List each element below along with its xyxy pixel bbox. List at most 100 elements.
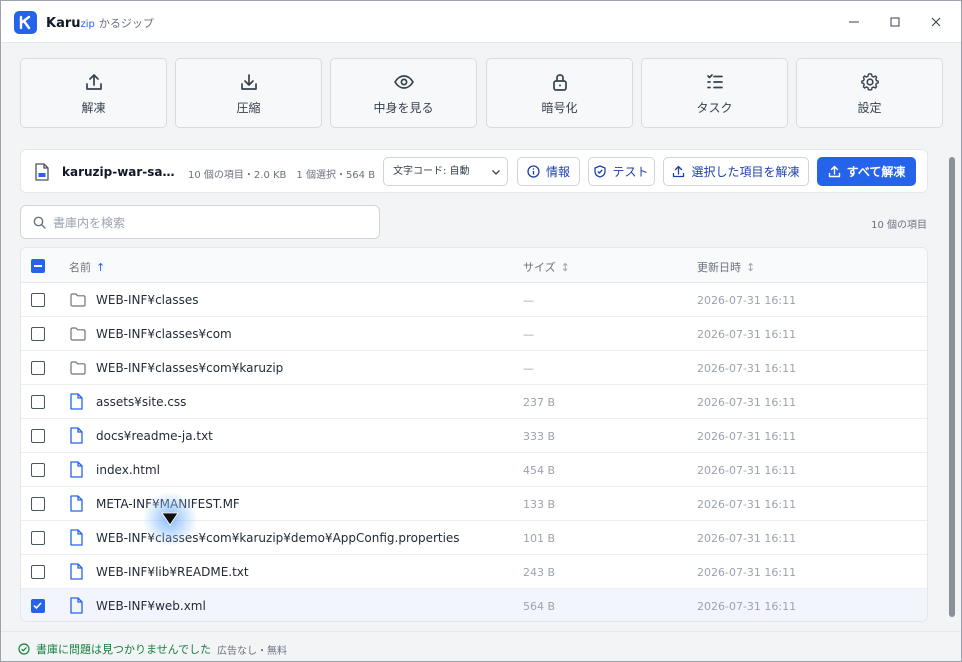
table-row[interactable]: WEB-INF¥classes¥com¥karuzip — 2026-07-31 1… [21,351,927,385]
table-row[interactable]: WEB-INF¥lib¥README.txt 243 B 2026-07-31 16… [21,555,927,589]
tool-label: 解凍 [81,100,106,115]
view-contents-tool-button[interactable]: 中身を見る [330,58,477,128]
close-button[interactable] [916,9,956,35]
upload-icon [673,165,685,178]
file-name: WEB-INF¥classes [96,293,199,307]
row-checkbox[interactable] [31,565,45,579]
file-date: 2026-07-31 16:11 [697,328,797,341]
check-circle-icon [18,643,30,655]
eye-icon [393,71,415,93]
file-name: WEB-INF¥classes¥com [96,327,232,341]
status-ok-text: 書庫に問題は見つかりませんでした [36,643,212,656]
file-size: 333 B [523,430,556,443]
file-size: — [523,294,534,307]
status-ok: 書庫に問題は見つかりませんでした [18,641,211,657]
date-header-label: 更新日時 [697,261,741,274]
file-size: 237 B [523,396,556,409]
task-list-icon [705,71,725,93]
file-date: 2026-07-31 16:11 [697,532,797,545]
minimize-icon [849,21,859,23]
download-icon [239,71,259,93]
table-row[interactable]: index.html 454 B 2026-07-31 16:11 [21,453,927,487]
vertical-scrollbar[interactable] [946,149,958,627]
file-date: 2026-07-31 16:11 [697,430,797,443]
gear-icon [860,71,880,93]
row-checkbox[interactable] [31,429,45,443]
search-input[interactable] [53,212,363,234]
file-icon [70,461,83,481]
file-name: WEB-INF¥web.xml [96,599,206,613]
upload-icon [84,71,104,93]
name-column-header[interactable]: 名前 ↑ [69,259,105,275]
file-icon [70,563,83,583]
status-bar: 書庫に問題は見つかりませんでした · 広告なし・無料 [1,631,961,661]
file-size: 243 B [523,566,556,579]
compress-tool-button[interactable]: 圧縮 [175,58,322,128]
test-button[interactable]: テスト [588,157,655,186]
item-count: 10 個の項目 [871,220,927,231]
file-name: index.html [96,463,160,477]
mouse-cursor-icon [161,512,179,526]
check-icon [33,602,42,610]
folder-icon [70,361,86,378]
tool-label: 圧縮 [236,100,261,115]
size-column-header[interactable]: サイズ ↕ [523,259,570,275]
info-button[interactable]: 情報 [517,157,580,186]
file-date: 2026-07-31 16:11 [697,464,797,477]
info-button-label: 情報 [545,165,570,179]
file-name: WEB-INF¥lib¥README.txt [96,565,249,579]
app-name: Karu [46,16,81,31]
app-subtitle: かるジップ [98,17,154,30]
app-title: Karuzip かるジップ [46,15,154,31]
chevron-down-icon [492,170,500,175]
table-row[interactable]: docs¥readme-ja.txt 333 B 2026-07-31 16:11 [21,419,927,453]
tasks-tool-button[interactable]: タスク [641,58,788,128]
file-icon [70,529,83,549]
settings-tool-button[interactable]: 設定 [796,58,943,128]
encoding-select[interactable]: 文字コード: 自動 [383,157,508,186]
search-icon [33,216,46,229]
file-date: 2026-07-31 16:11 [697,396,797,409]
upload-icon [828,165,840,178]
shield-icon [594,165,607,178]
row-checkbox[interactable] [31,531,45,545]
row-checkbox[interactable] [31,395,45,409]
extract-tool-button[interactable]: 解凍 [20,58,167,128]
sort-icon: ↕ [560,261,570,274]
row-checkbox[interactable] [31,497,45,511]
search-box [20,205,380,239]
name-header-label: 名前 [69,261,91,274]
file-icon [70,393,83,413]
folder-icon [70,293,86,310]
scrollbar-thumb[interactable] [949,157,955,617]
table-header: 名前 ↑ サイズ ↕ 更新日時 ↕ [21,248,927,283]
row-checkbox[interactable] [31,599,45,613]
file-table: 名前 ↑ サイズ ↕ 更新日時 ↕ WEB-INF¥classes — 2026-07-3… [20,247,928,622]
table-row[interactable]: assets¥site.css 237 B 2026-07-31 16:11 [21,385,927,419]
row-checkbox[interactable] [31,361,45,375]
minimize-button[interactable] [834,9,874,35]
date-column-header[interactable]: 更新日時 ↕ [697,259,755,275]
row-checkbox[interactable] [31,463,45,477]
tool-label: 設定 [857,100,882,115]
table-row[interactable]: WEB-INF¥classes¥com — 2026-07-31 16:11 [21,317,927,351]
select-all-checkbox[interactable] [31,259,45,273]
lock-icon [550,71,570,93]
extract-selected-button[interactable]: 選択した項目を解凍 [663,157,809,186]
folder-icon [70,327,86,344]
encrypt-tool-button[interactable]: 暗号化 [486,58,633,128]
table-row[interactable]: WEB-INF¥web.xml 564 B 2026-07-31 16:11 [21,589,927,621]
file-name: WEB-INF¥classes¥com¥karuzip [96,361,284,375]
table-row[interactable]: WEB-INF¥classes — 2026-07-31 16:11 [21,283,927,317]
status-separator: · [204,641,208,654]
app-name-suffix: zip [80,19,95,30]
row-checkbox[interactable] [31,293,45,307]
archive-name: karuzip-war-sampl... [62,165,182,179]
file-date: 2026-07-31 16:11 [697,294,797,307]
file-date: 2026-07-31 16:11 [697,600,797,613]
file-size: — [523,362,534,375]
extract-all-button[interactable]: すべて解凍 [817,157,916,186]
sort-asc-icon: ↑ [96,261,106,274]
maximize-button[interactable] [875,9,915,35]
row-checkbox[interactable] [31,327,45,341]
